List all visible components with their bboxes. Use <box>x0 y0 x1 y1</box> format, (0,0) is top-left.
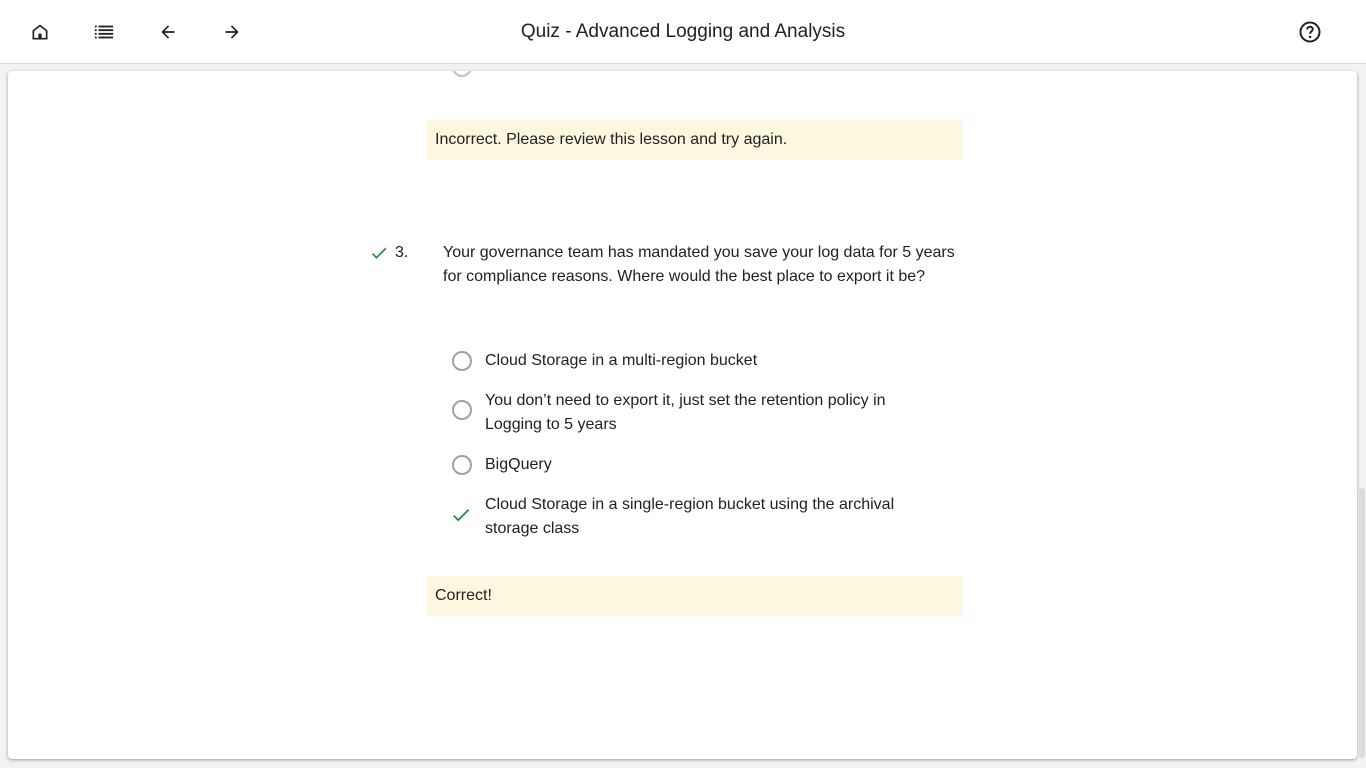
table-of-contents-button[interactable] <box>86 14 122 50</box>
home-button[interactable] <box>22 14 58 50</box>
page-title: Quiz - Advanced Logging and Analysis <box>520 21 846 42</box>
answer-option[interactable]: BigQuery <box>448 453 948 477</box>
home-icon <box>32 24 48 40</box>
previous-feedback-banner: Incorrect. Please review this lesson and… <box>427 120 963 160</box>
radio-button[interactable] <box>452 400 472 420</box>
list-icon <box>94 25 114 39</box>
answer-option[interactable]: Cloud Storage in a multi-region bucket <box>448 349 948 373</box>
next-button[interactable] <box>214 14 250 50</box>
answer-option[interactable]: You don’t need to export it, just set th… <box>448 389 948 437</box>
correct-feedback-banner: Correct! <box>427 576 963 616</box>
quiz-content-card: Incorrect. Please review this lesson and… <box>8 71 1357 759</box>
help-icon <box>1299 21 1321 43</box>
question-correct-check-icon <box>371 247 387 259</box>
question-number: 3. <box>395 244 409 261</box>
scrollbar-thumb[interactable] <box>1359 488 1365 758</box>
help-button[interactable] <box>1292 14 1328 50</box>
answer-option-selected[interactable]: Cloud Storage in a single-region bucket … <box>448 493 948 541</box>
arrow-forward-icon <box>225 25 239 39</box>
arrow-back-icon <box>161 25 175 39</box>
top-app-bar: Quiz - Advanced Logging and Analysis <box>0 0 1366 64</box>
radio-button[interactable] <box>452 455 472 475</box>
previous-button[interactable] <box>150 14 186 50</box>
option-label: BigQuery <box>485 456 552 473</box>
previous-question-radio[interactable] <box>452 71 472 77</box>
question-text: Your governance team has mandated you sa… <box>443 244 955 285</box>
option-label: Cloud Storage in a single-region bucket … <box>485 496 895 537</box>
option-label: You don’t need to export it, just set th… <box>485 392 886 433</box>
radio-button[interactable] <box>452 351 472 371</box>
check-icon <box>453 509 470 522</box>
option-label: Cloud Storage in a multi-region bucket <box>485 352 758 369</box>
